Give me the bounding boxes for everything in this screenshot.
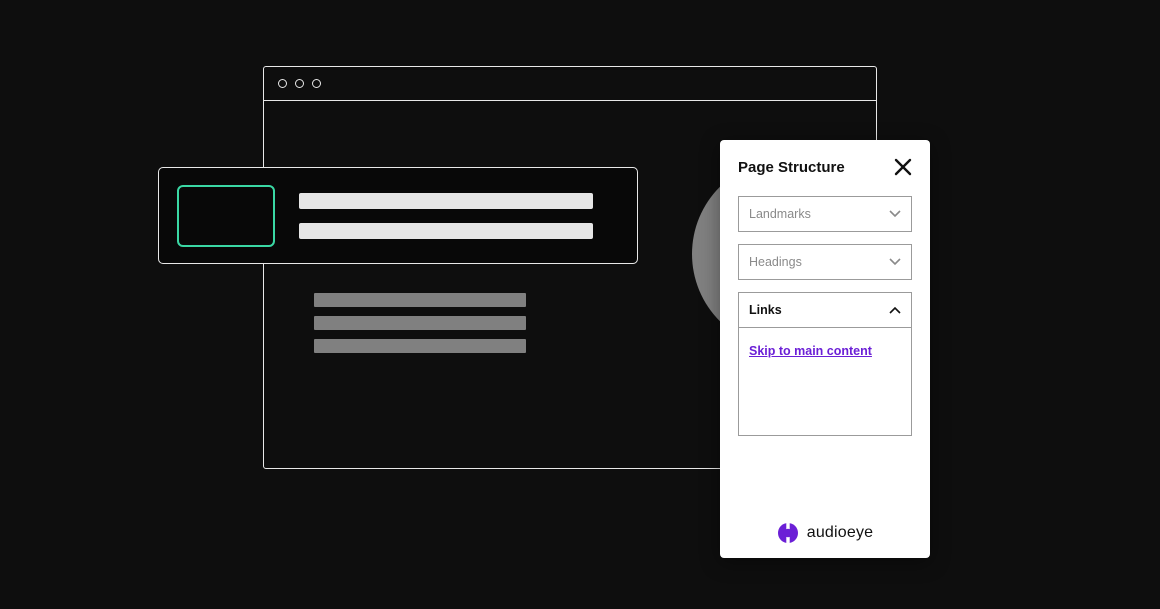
window-dot-icon <box>312 79 321 88</box>
focus-highlight-box <box>177 185 275 247</box>
canvas: Page Structure Landmarks Headings Links <box>0 0 1160 609</box>
brand-name: audioeye <box>807 524 874 542</box>
text-line-placeholder <box>299 193 593 209</box>
text-line-placeholder <box>314 339 526 353</box>
chevron-down-icon <box>889 210 901 218</box>
window-dot-icon <box>278 79 287 88</box>
browser-chrome-bar <box>264 67 876 101</box>
content-focus-toolbar <box>158 167 638 264</box>
panel-header: Page Structure <box>738 158 912 176</box>
paragraph-placeholder <box>314 293 526 362</box>
skip-to-main-link[interactable]: Skip to main content <box>749 344 872 358</box>
headings-dropdown[interactable]: Headings <box>738 244 912 280</box>
panel-title: Page Structure <box>738 159 845 176</box>
close-button[interactable] <box>894 158 912 176</box>
page-structure-panel: Page Structure Landmarks Headings Links <box>720 140 930 558</box>
dropdown-label: Landmarks <box>749 207 811 221</box>
chevron-down-icon <box>889 258 901 266</box>
dropdown-label: Links <box>749 303 782 317</box>
close-icon <box>894 158 912 176</box>
links-expanded-content: Skip to main content <box>738 328 912 436</box>
landmarks-dropdown[interactable]: Landmarks <box>738 196 912 232</box>
links-dropdown[interactable]: Links <box>738 292 912 328</box>
chevron-up-icon <box>889 306 901 314</box>
dropdown-label: Headings <box>749 255 802 269</box>
text-line-placeholder <box>299 223 593 239</box>
audioeye-logo-icon <box>777 522 799 544</box>
toolbar-lines <box>299 193 619 239</box>
window-dot-icon <box>295 79 304 88</box>
text-line-placeholder <box>314 316 526 330</box>
brand-footer: audioeye <box>738 508 912 544</box>
text-line-placeholder <box>314 293 526 307</box>
